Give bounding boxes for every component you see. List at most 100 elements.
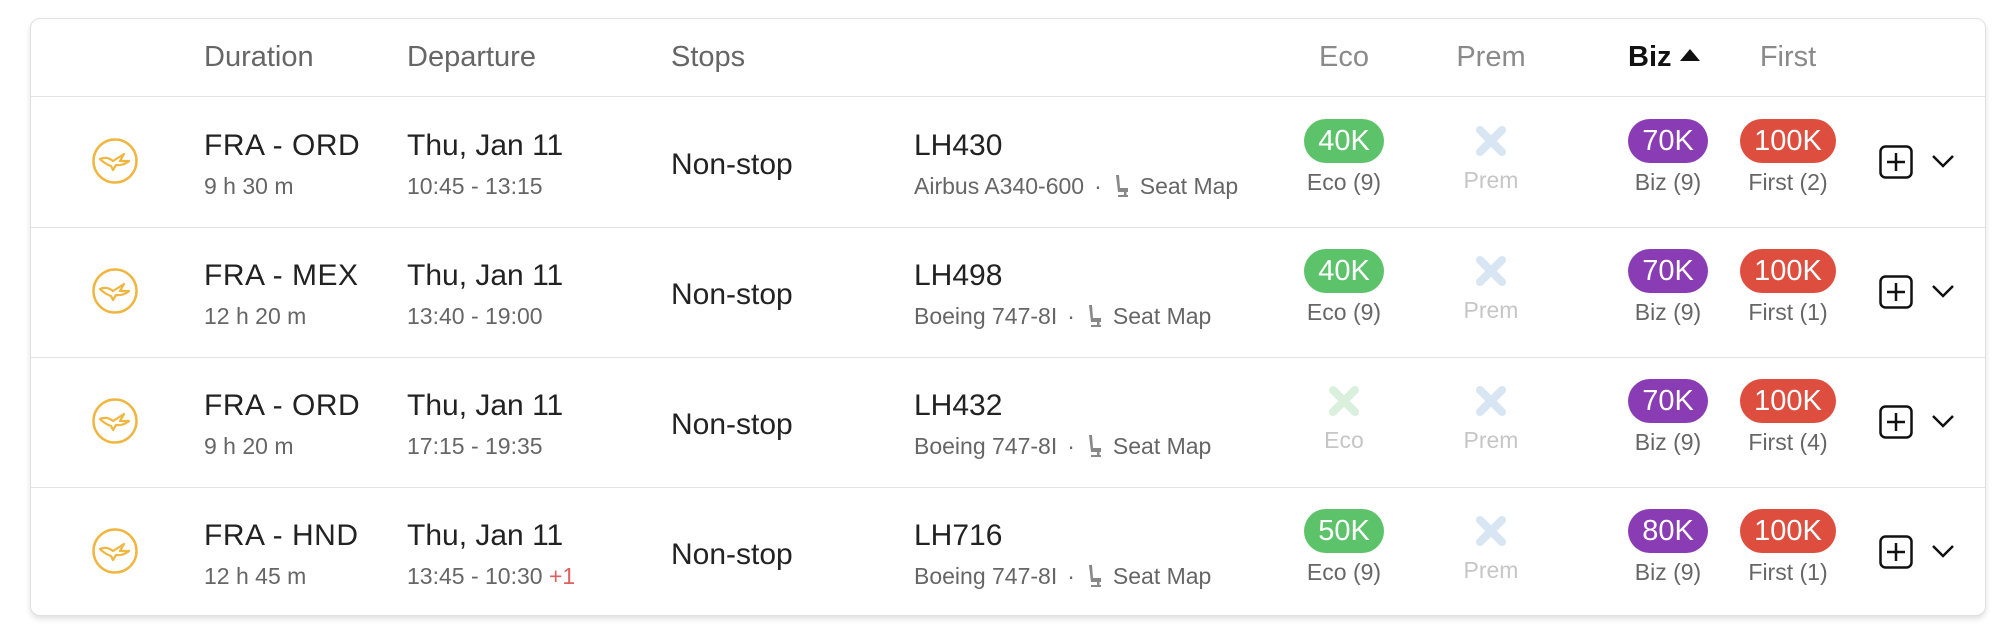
aircraft-type: Boeing 747-8I — [914, 303, 1058, 329]
time-range: 17:15 - 19:35 — [407, 433, 543, 459]
eco-availability-label: Eco (9) — [1306, 169, 1382, 195]
route: FRA - HND — [204, 519, 359, 552]
stops: Non-stop — [671, 278, 793, 311]
first-price-pill[interactable]: 100K — [1740, 379, 1836, 423]
route: FRA - MEX — [204, 259, 359, 292]
eco-price-pill[interactable]: 50K — [1304, 509, 1384, 553]
duration: 12 h 45 m — [204, 563, 307, 589]
flight-row-lh432[interactable]: FRA - ORD 9 h 20 m Thu, Jan 11 17:15 - 1… — [31, 357, 1985, 488]
departure-times: 13:45 - 10:30 +1 — [407, 563, 575, 590]
header-biz-label: Biz — [1628, 41, 1672, 73]
header-eco[interactable]: Eco — [1284, 41, 1404, 74]
biz-fare[interactable]: 70K Biz (9) — [1608, 357, 1728, 456]
stops: Non-stop — [671, 538, 793, 571]
aircraft-type: Airbus A340-600 — [914, 173, 1085, 199]
sort-ascending-icon — [1679, 49, 1700, 62]
header-stops[interactable]: Stops — [671, 41, 745, 74]
x-icon — [1476, 256, 1506, 286]
first-availability-label: First (1) — [1748, 559, 1828, 585]
time-range: 13:40 - 19:00 — [407, 303, 543, 329]
departure-date: Thu, Jan 11 — [407, 259, 564, 292]
prem-fare[interactable]: Prem — [1431, 487, 1551, 584]
flight-results-table: Duration Departure Stops Eco Prem Biz Fi… — [30, 18, 1986, 616]
biz-price-pill[interactable]: 70K — [1628, 249, 1708, 293]
time-range: 13:45 - 10:30 — [407, 563, 543, 589]
aircraft-type: Boeing 747-8I — [914, 563, 1058, 589]
prem-availability-label: Prem — [1463, 167, 1519, 193]
prem-fare[interactable]: Prem — [1431, 357, 1551, 454]
biz-price-pill[interactable]: 70K — [1628, 119, 1708, 163]
day-offset: +1 — [548, 563, 576, 589]
biz-availability-label: Biz (9) — [1634, 429, 1702, 455]
seat-map-label: Seat Map — [1112, 433, 1212, 459]
flight-row-lh716[interactable]: FRA - HND 12 h 45 m Thu, Jan 11 13:45 - … — [31, 487, 1985, 615]
eco-price-pill[interactable]: 40K — [1304, 119, 1384, 163]
seat-icon — [1088, 434, 1101, 457]
biz-availability-label: Biz (9) — [1634, 169, 1702, 195]
eco-availability-label: Eco (9) — [1306, 299, 1382, 325]
route: FRA - ORD — [204, 129, 361, 162]
prem-fare[interactable]: Prem — [1431, 227, 1551, 324]
add-square-icon[interactable] — [1879, 535, 1913, 569]
first-price-pill[interactable]: 100K — [1740, 119, 1836, 163]
biz-price-pill[interactable]: 80K — [1628, 509, 1708, 553]
eco-fare[interactable]: 50K Eco (9) — [1284, 487, 1404, 586]
prem-availability-label: Prem — [1463, 427, 1519, 453]
seat-map-label: Seat Map — [1139, 173, 1239, 199]
eco-price-pill[interactable]: 40K — [1304, 249, 1384, 293]
lufthansa-crane-icon — [92, 268, 138, 314]
chevron-down-icon[interactable] — [1931, 153, 1955, 169]
first-price-pill[interactable]: 100K — [1740, 249, 1836, 293]
seat-map-link[interactable]: Seat Map — [1085, 303, 1211, 329]
duration: 9 h 20 m — [204, 433, 294, 459]
seat-map-link[interactable]: Seat Map — [1112, 173, 1238, 199]
separator-dot: · — [1067, 563, 1075, 589]
eco-availability-label: Eco — [1324, 427, 1364, 453]
first-availability-label: First (1) — [1748, 299, 1828, 325]
lufthansa-crane-icon — [92, 138, 138, 184]
first-availability-label: First (2) — [1748, 169, 1828, 195]
aircraft-info: Boeing 747-8I · Seat Map — [914, 563, 1211, 590]
first-fare[interactable]: 100K First (1) — [1728, 227, 1848, 326]
eco-availability-label: Eco (9) — [1306, 559, 1382, 585]
add-square-icon[interactable] — [1879, 145, 1913, 179]
seat-map-link[interactable]: Seat Map — [1085, 563, 1211, 589]
flight-number: LH498 — [914, 259, 1003, 292]
flight-row-lh430[interactable]: FRA - ORD 9 h 30 m Thu, Jan 11 10:45 - 1… — [31, 97, 1985, 228]
add-square-icon[interactable] — [1879, 275, 1913, 309]
first-fare[interactable]: 100K First (2) — [1728, 97, 1848, 196]
header-duration[interactable]: Duration — [204, 41, 314, 74]
seat-icon — [1088, 564, 1101, 587]
separator-dot: · — [1094, 173, 1102, 199]
separator-dot: · — [1067, 303, 1075, 329]
chevron-down-icon[interactable] — [1931, 543, 1955, 559]
departure-date: Thu, Jan 11 — [407, 519, 564, 552]
flight-row-lh498[interactable]: FRA - MEX 12 h 20 m Thu, Jan 11 13:40 - … — [31, 227, 1985, 358]
header-prem[interactable]: Prem — [1431, 41, 1551, 74]
departure-times: 17:15 - 19:35 — [407, 433, 543, 460]
aircraft-info: Boeing 747-8I · Seat Map — [914, 433, 1211, 460]
chevron-down-icon[interactable] — [1931, 283, 1955, 299]
duration: 9 h 30 m — [204, 173, 294, 199]
first-fare[interactable]: 100K First (4) — [1728, 357, 1848, 456]
aircraft-info: Airbus A340-600 · Seat Map — [914, 173, 1238, 200]
biz-fare[interactable]: 70K Biz (9) — [1608, 227, 1728, 326]
first-price-pill[interactable]: 100K — [1740, 509, 1836, 553]
eco-fare[interactable]: Eco — [1284, 357, 1404, 454]
seat-map-link[interactable]: Seat Map — [1085, 433, 1211, 459]
prem-fare[interactable]: Prem — [1431, 97, 1551, 194]
add-square-icon[interactable] — [1879, 405, 1913, 439]
aircraft-info: Boeing 747-8I · Seat Map — [914, 303, 1211, 330]
header-first[interactable]: First — [1728, 41, 1848, 74]
biz-fare[interactable]: 80K Biz (9) — [1608, 487, 1728, 586]
duration: 12 h 20 m — [204, 303, 307, 329]
flight-number: LH716 — [914, 519, 1003, 552]
first-fare[interactable]: 100K First (1) — [1728, 487, 1848, 586]
eco-fare[interactable]: 40K Eco (9) — [1284, 227, 1404, 326]
chevron-down-icon[interactable] — [1931, 413, 1955, 429]
x-icon — [1476, 516, 1506, 546]
header-departure[interactable]: Departure — [407, 41, 536, 74]
biz-fare[interactable]: 70K Biz (9) — [1608, 97, 1728, 196]
biz-price-pill[interactable]: 70K — [1628, 379, 1708, 423]
eco-fare[interactable]: 40K Eco (9) — [1284, 97, 1404, 196]
